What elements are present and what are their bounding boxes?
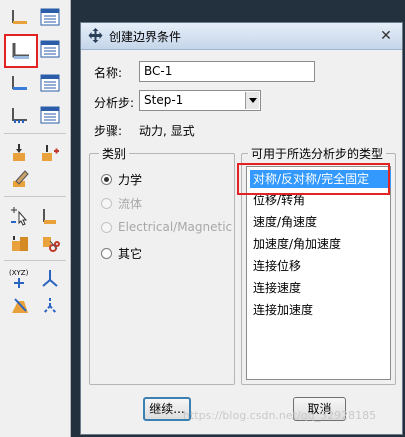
name-label: 名称: <box>94 66 123 80</box>
step-select-value: Step-1 <box>144 93 184 107</box>
radio-button[interactable] <box>101 248 112 259</box>
partition-icon[interactable] <box>8 294 32 316</box>
cut-icon[interactable] <box>38 232 62 254</box>
category-option-fluid: 流体 <box>101 195 142 212</box>
category-option-label: 流体 <box>118 197 143 211</box>
highlight-annotation <box>237 163 390 195</box>
category-title: 类别 <box>99 145 130 162</box>
list-item[interactable]: 连接加速度 <box>250 301 391 319</box>
load-case-manager-icon[interactable] <box>38 104 62 126</box>
step-select[interactable]: Step-1 <box>139 90 261 111</box>
close-button[interactable]: ✕ <box>378 28 394 44</box>
name-field[interactable]: BC-1 <box>139 61 315 82</box>
radio-button <box>101 198 112 209</box>
constraint-icon[interactable] <box>38 205 62 227</box>
select-icon[interactable] <box>8 205 32 227</box>
datum-icon[interactable] <box>38 294 62 316</box>
toolbox-separator <box>4 133 66 134</box>
dialog-title: 创建边界条件 <box>109 30 182 44</box>
coordinate-system-icon[interactable]: (XYZ) <box>8 267 32 289</box>
boundary-condition-icon[interactable] <box>8 6 32 28</box>
edit-icon[interactable] <box>8 168 32 190</box>
category-option-label: 力学 <box>118 173 143 187</box>
category-option-label: Electrical/Magnetic <box>118 220 233 234</box>
procedure-value: 动力, 显式 <box>139 124 195 138</box>
axis-icon[interactable] <box>38 267 62 289</box>
radio-button[interactable] <box>101 174 112 185</box>
category-option-electrical-magnetic: Electrical/Magnetic <box>101 220 232 234</box>
list-item[interactable]: 连接位移 <box>250 257 391 275</box>
boundary-condition-list-icon[interactable] <box>38 38 62 60</box>
list-item[interactable]: 加速度/角加速度 <box>250 235 391 253</box>
svg-text:(XYZ): (XYZ) <box>9 269 29 277</box>
category-option-label: 其它 <box>118 247 143 261</box>
create-boundary-condition-dialog: 创建边界条件 ✕ 名称: BC-1 分析步: Step-1 步骤: 动力, 显式… <box>80 22 403 435</box>
move-icon <box>88 28 103 46</box>
chevron-down-icon[interactable] <box>245 92 259 109</box>
types-listbox[interactable]: 对称/反对称/完全固定 位移/转角 速度/角速度 加速度/角加速度 连接位移 连… <box>246 166 391 380</box>
category-option-mechanical[interactable]: 力学 <box>101 171 142 188</box>
step-label: 分析步: <box>94 96 135 110</box>
load-case-icon[interactable] <box>8 104 32 126</box>
types-title: 可用于所选分析步的类型 <box>248 145 387 162</box>
predefined-field-icon[interactable] <box>8 72 32 94</box>
list-item[interactable]: 连接速度 <box>250 279 391 297</box>
category-option-other[interactable]: 其它 <box>101 245 142 262</box>
field-manager-icon[interactable] <box>38 72 62 94</box>
toolbox-separator <box>4 196 66 197</box>
load-manager-icon[interactable] <box>38 142 62 164</box>
connector-icon[interactable] <box>8 232 32 254</box>
dialog-titlebar[interactable]: 创建边界条件 ✕ <box>81 23 402 50</box>
create-boundary-condition-icon[interactable] <box>4 34 38 68</box>
procedure-label: 步骤: <box>94 124 123 138</box>
boundary-condition-manager-icon[interactable] <box>38 6 62 28</box>
list-item[interactable]: 速度/角速度 <box>250 213 391 231</box>
toolbox-separator <box>4 260 66 261</box>
load-icon[interactable] <box>8 142 32 164</box>
radio-button <box>101 221 112 233</box>
watermark: https://blog.csdn.net/qq_32928185 <box>183 409 377 422</box>
toolbox: (XYZ) <box>0 0 71 437</box>
